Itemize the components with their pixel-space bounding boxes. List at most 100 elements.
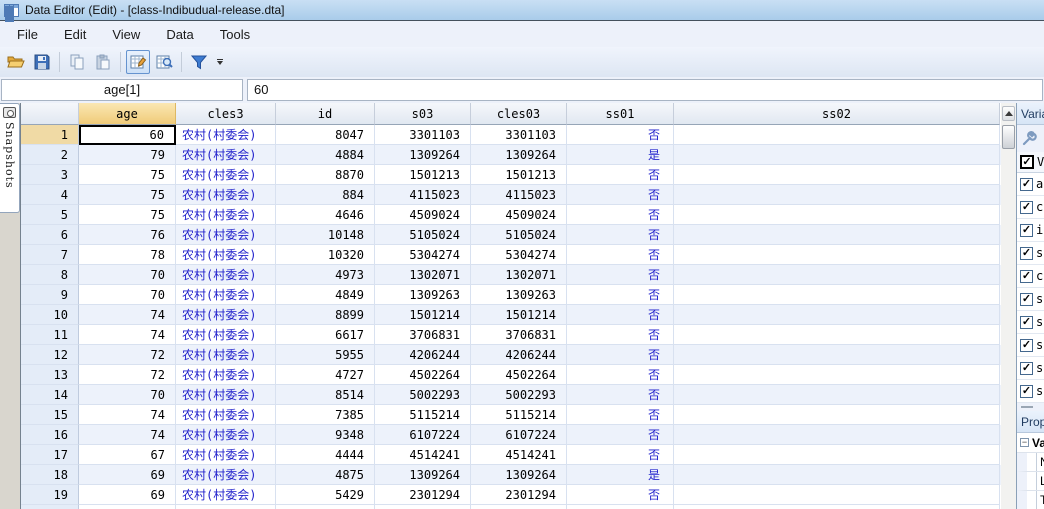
cell[interactable]: 3301103 [471, 125, 567, 145]
cell[interactable]: 农村(村委会) [176, 285, 276, 305]
cell[interactable]: 农村(村委会) [176, 305, 276, 325]
cell[interactable]: 5115214 [471, 405, 567, 425]
cell[interactable]: 5429 [276, 485, 375, 505]
property-row-type[interactable]: Type [1017, 491, 1044, 509]
cell[interactable]: 75 [79, 205, 176, 225]
cell[interactable]: 3706831 [471, 325, 567, 345]
cell[interactable] [674, 245, 1000, 265]
filter-button[interactable] [187, 50, 211, 74]
row-header-7[interactable]: 7 [21, 245, 79, 265]
cell[interactable]: 67 [79, 445, 176, 465]
vertical-scrollbar[interactable] [1001, 103, 1016, 509]
column-header-cles3[interactable]: cles3 [176, 103, 276, 125]
cell[interactable]: 5002293 [375, 385, 471, 405]
cell[interactable]: 否 [567, 125, 674, 145]
cell[interactable]: 4509024 [375, 205, 471, 225]
cell[interactable]: 69 [79, 485, 176, 505]
cell[interactable]: 4875 [276, 465, 375, 485]
variable-list-item[interactable]: ✓age [1017, 173, 1044, 196]
cell[interactable]: 74 [79, 325, 176, 345]
cell[interactable]: 否 [567, 165, 674, 185]
variable-list-item[interactable]: ✓ss02 [1017, 311, 1044, 334]
cell[interactable]: 农村(村委会) [176, 265, 276, 285]
cell[interactable]: 农村(村委会) [176, 485, 276, 505]
cell[interactable]: 8899 [276, 305, 375, 325]
property-row-name[interactable]: Name [1017, 453, 1044, 472]
edit-mode-button[interactable] [126, 50, 150, 74]
copy-button[interactable] [65, 50, 89, 74]
toolbar-overflow-button[interactable] [214, 51, 226, 73]
row-header[interactable] [21, 505, 79, 509]
variable-checkbox[interactable]: ✓ [1020, 316, 1033, 329]
variable-list-item[interactable]: ✓id [1017, 219, 1044, 242]
cell[interactable] [674, 345, 1000, 365]
select-all-checkbox[interactable]: ✓ [1020, 155, 1034, 169]
cell-value-box[interactable]: 60 [247, 79, 1043, 101]
cell[interactable]: 78 [79, 245, 176, 265]
selected-cell[interactable]: 60 [79, 125, 176, 145]
cell[interactable]: 农村(村委会) [176, 465, 276, 485]
cell[interactable]: 农村(村委会) [176, 405, 276, 425]
cell[interactable]: 4849 [276, 285, 375, 305]
variables-list-header[interactable]: ✓ Variable [1017, 152, 1044, 173]
cell[interactable]: 72 [79, 345, 176, 365]
cell[interactable] [471, 505, 567, 509]
cell[interactable]: 4727 [276, 365, 375, 385]
properties-group-row[interactable]: − Variables [1017, 433, 1044, 453]
cell[interactable]: 3301103 [375, 125, 471, 145]
variable-list-item[interactable]: ✓cles3 [1017, 196, 1044, 219]
cell[interactable]: 70 [79, 265, 176, 285]
menu-edit[interactable]: Edit [51, 24, 99, 45]
variable-list-item[interactable]: ✓s [1017, 357, 1044, 380]
cell[interactable]: 1302071 [471, 265, 567, 285]
cell[interactable]: 1309264 [375, 145, 471, 165]
cell[interactable]: 72 [79, 365, 176, 385]
cell[interactable]: 农村(村委会) [176, 205, 276, 225]
cell[interactable] [674, 185, 1000, 205]
cell[interactable]: 1501214 [375, 305, 471, 325]
variable-list-item[interactable]: ✓cles03 [1017, 265, 1044, 288]
cell[interactable]: 8047 [276, 125, 375, 145]
cell[interactable]: 7385 [276, 405, 375, 425]
variable-checkbox[interactable]: ✓ [1020, 339, 1033, 352]
property-row-label[interactable]: Label [1017, 472, 1044, 491]
variable-checkbox[interactable]: ✓ [1020, 270, 1033, 283]
cell[interactable]: 农村(村委会) [176, 365, 276, 385]
row-header-11[interactable]: 11 [21, 325, 79, 345]
variable-checkbox[interactable]: ✓ [1020, 385, 1033, 398]
column-header-ss01[interactable]: ss01 [567, 103, 674, 125]
cell[interactable]: 4514241 [471, 445, 567, 465]
cell[interactable]: 6617 [276, 325, 375, 345]
cell[interactable]: 1501213 [471, 165, 567, 185]
cell[interactable] [567, 505, 674, 509]
cell[interactable]: 884 [276, 185, 375, 205]
scroll-up-button[interactable] [1002, 106, 1015, 121]
cell[interactable]: 1302071 [375, 265, 471, 285]
row-header-14[interactable]: 14 [21, 385, 79, 405]
menu-data[interactable]: Data [153, 24, 206, 45]
cell[interactable]: 10320 [276, 245, 375, 265]
save-button[interactable] [30, 50, 54, 74]
collapse-icon[interactable]: − [1020, 438, 1029, 447]
column-header-id[interactable]: id [276, 103, 375, 125]
cell[interactable]: 农村(村委会) [176, 425, 276, 445]
cell[interactable]: 否 [567, 405, 674, 425]
variable-checkbox[interactable]: ✓ [1020, 293, 1033, 306]
cell[interactable] [79, 505, 176, 509]
cell[interactable]: 农村(村委会) [176, 245, 276, 265]
cell[interactable]: 1309263 [375, 285, 471, 305]
cell[interactable] [674, 205, 1000, 225]
column-header-ss02[interactable]: ss02 [674, 103, 1000, 125]
snapshots-tab[interactable]: Snapshots [0, 103, 20, 213]
cell[interactable]: 否 [567, 265, 674, 285]
cell[interactable]: 5105024 [375, 225, 471, 245]
cell[interactable]: 4514241 [375, 445, 471, 465]
cell[interactable]: 6107224 [375, 425, 471, 445]
row-header-15[interactable]: 15 [21, 405, 79, 425]
cell[interactable] [674, 125, 1000, 145]
cell[interactable]: 4206244 [375, 345, 471, 365]
cell[interactable] [674, 265, 1000, 285]
cell[interactable]: 1309264 [471, 145, 567, 165]
row-header-1[interactable]: 1 [21, 125, 79, 145]
cell[interactable] [176, 505, 276, 509]
